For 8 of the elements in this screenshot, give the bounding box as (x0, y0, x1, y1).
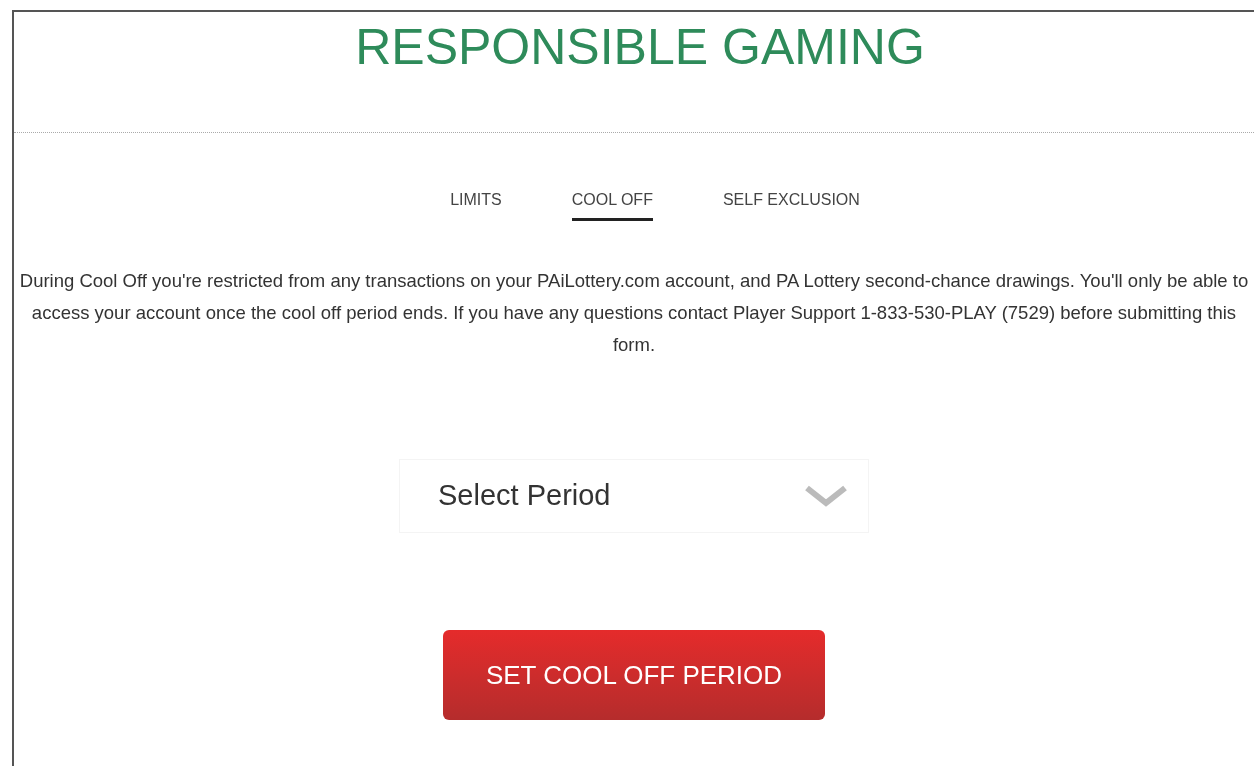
period-select[interactable]: Select Period (399, 459, 869, 533)
chevron-down-icon (804, 483, 848, 509)
tab[interactable]: LIMITS (450, 188, 502, 221)
tab[interactable]: SELF EXCLUSION (722, 188, 860, 221)
tab[interactable]: COOL OFF (571, 188, 653, 221)
set-cool-off-button[interactable]: SET COOL OFF PERIOD (443, 630, 825, 720)
cool-off-description: During Cool Off you're restricted from any transactions on your PAiLottery.com account, and PA Lottery second-chance drawings. You'll only be able to access your account once the cool off period ends. If you have any questions contact Player Support 1-833-530-PLAY (7529) before submitting this form. (18, 269, 1250, 357)
page-title: RESPONSIBLE GAMING (355, 22, 925, 72)
